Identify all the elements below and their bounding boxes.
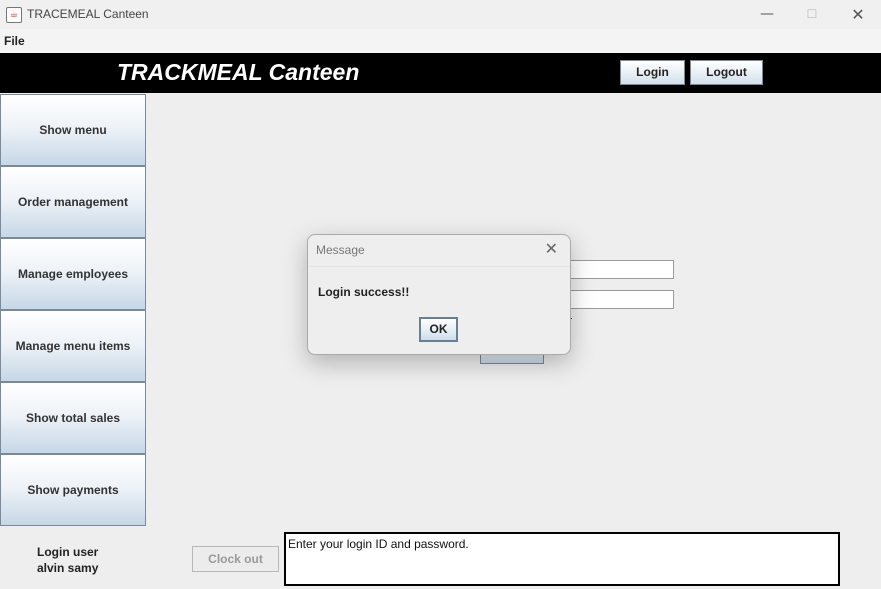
sidebar-item-manage-employees[interactable]: Manage employees bbox=[0, 238, 146, 310]
menu-file[interactable]: File bbox=[4, 34, 25, 48]
login-user-label: Login user bbox=[37, 545, 99, 559]
header-logout-button[interactable]: Logout bbox=[690, 60, 763, 85]
login-user-name: alvin samy bbox=[37, 561, 99, 575]
login-user-info: Login user alvin samy bbox=[37, 544, 98, 576]
window-title: TRACEMEAL Canteen bbox=[27, 7, 149, 21]
sidebar-item-order-management[interactable]: Order management bbox=[0, 166, 146, 238]
login-id-field[interactable] bbox=[566, 260, 674, 279]
app-header: TRACKMEAL Canteen Login Logout bbox=[0, 53, 881, 93]
window-title-bar: ☕ TRACEMEAL Canteen — ☐ ✕ bbox=[0, 0, 881, 29]
clock-out-button[interactable]: Clock out bbox=[192, 546, 279, 572]
java-app-icon: ☕ bbox=[6, 7, 22, 23]
minimize-button[interactable]: — bbox=[744, 0, 790, 29]
message-dialog: Message ✕ Login success!! OK bbox=[307, 234, 571, 355]
maximize-button[interactable]: ☐ bbox=[789, 0, 835, 29]
sidebar-item-show-total-sales[interactable]: Show total sales bbox=[0, 382, 146, 454]
sidebar-item-manage-menu-items[interactable]: Manage menu items bbox=[0, 310, 146, 382]
password-field[interactable] bbox=[566, 290, 674, 309]
sidebar: Show menu Order management Manage employ… bbox=[0, 94, 146, 526]
app-brand-title: TRACKMEAL Canteen bbox=[117, 59, 360, 85]
dialog-ok-button[interactable]: OK bbox=[419, 317, 458, 342]
close-window-button[interactable]: ✕ bbox=[835, 0, 881, 29]
menu-bar: File bbox=[0, 29, 881, 53]
dialog-message: Login success!! bbox=[318, 285, 410, 299]
close-icon[interactable]: ✕ bbox=[545, 239, 558, 258]
dialog-title: Message bbox=[316, 243, 365, 257]
sidebar-item-show-menu[interactable]: Show menu bbox=[0, 94, 146, 166]
header-login-button[interactable]: Login bbox=[620, 60, 685, 85]
sidebar-item-show-payments[interactable]: Show payments bbox=[0, 454, 146, 526]
message-area: Enter your login ID and password. bbox=[284, 532, 840, 586]
dialog-divider bbox=[308, 266, 570, 267]
